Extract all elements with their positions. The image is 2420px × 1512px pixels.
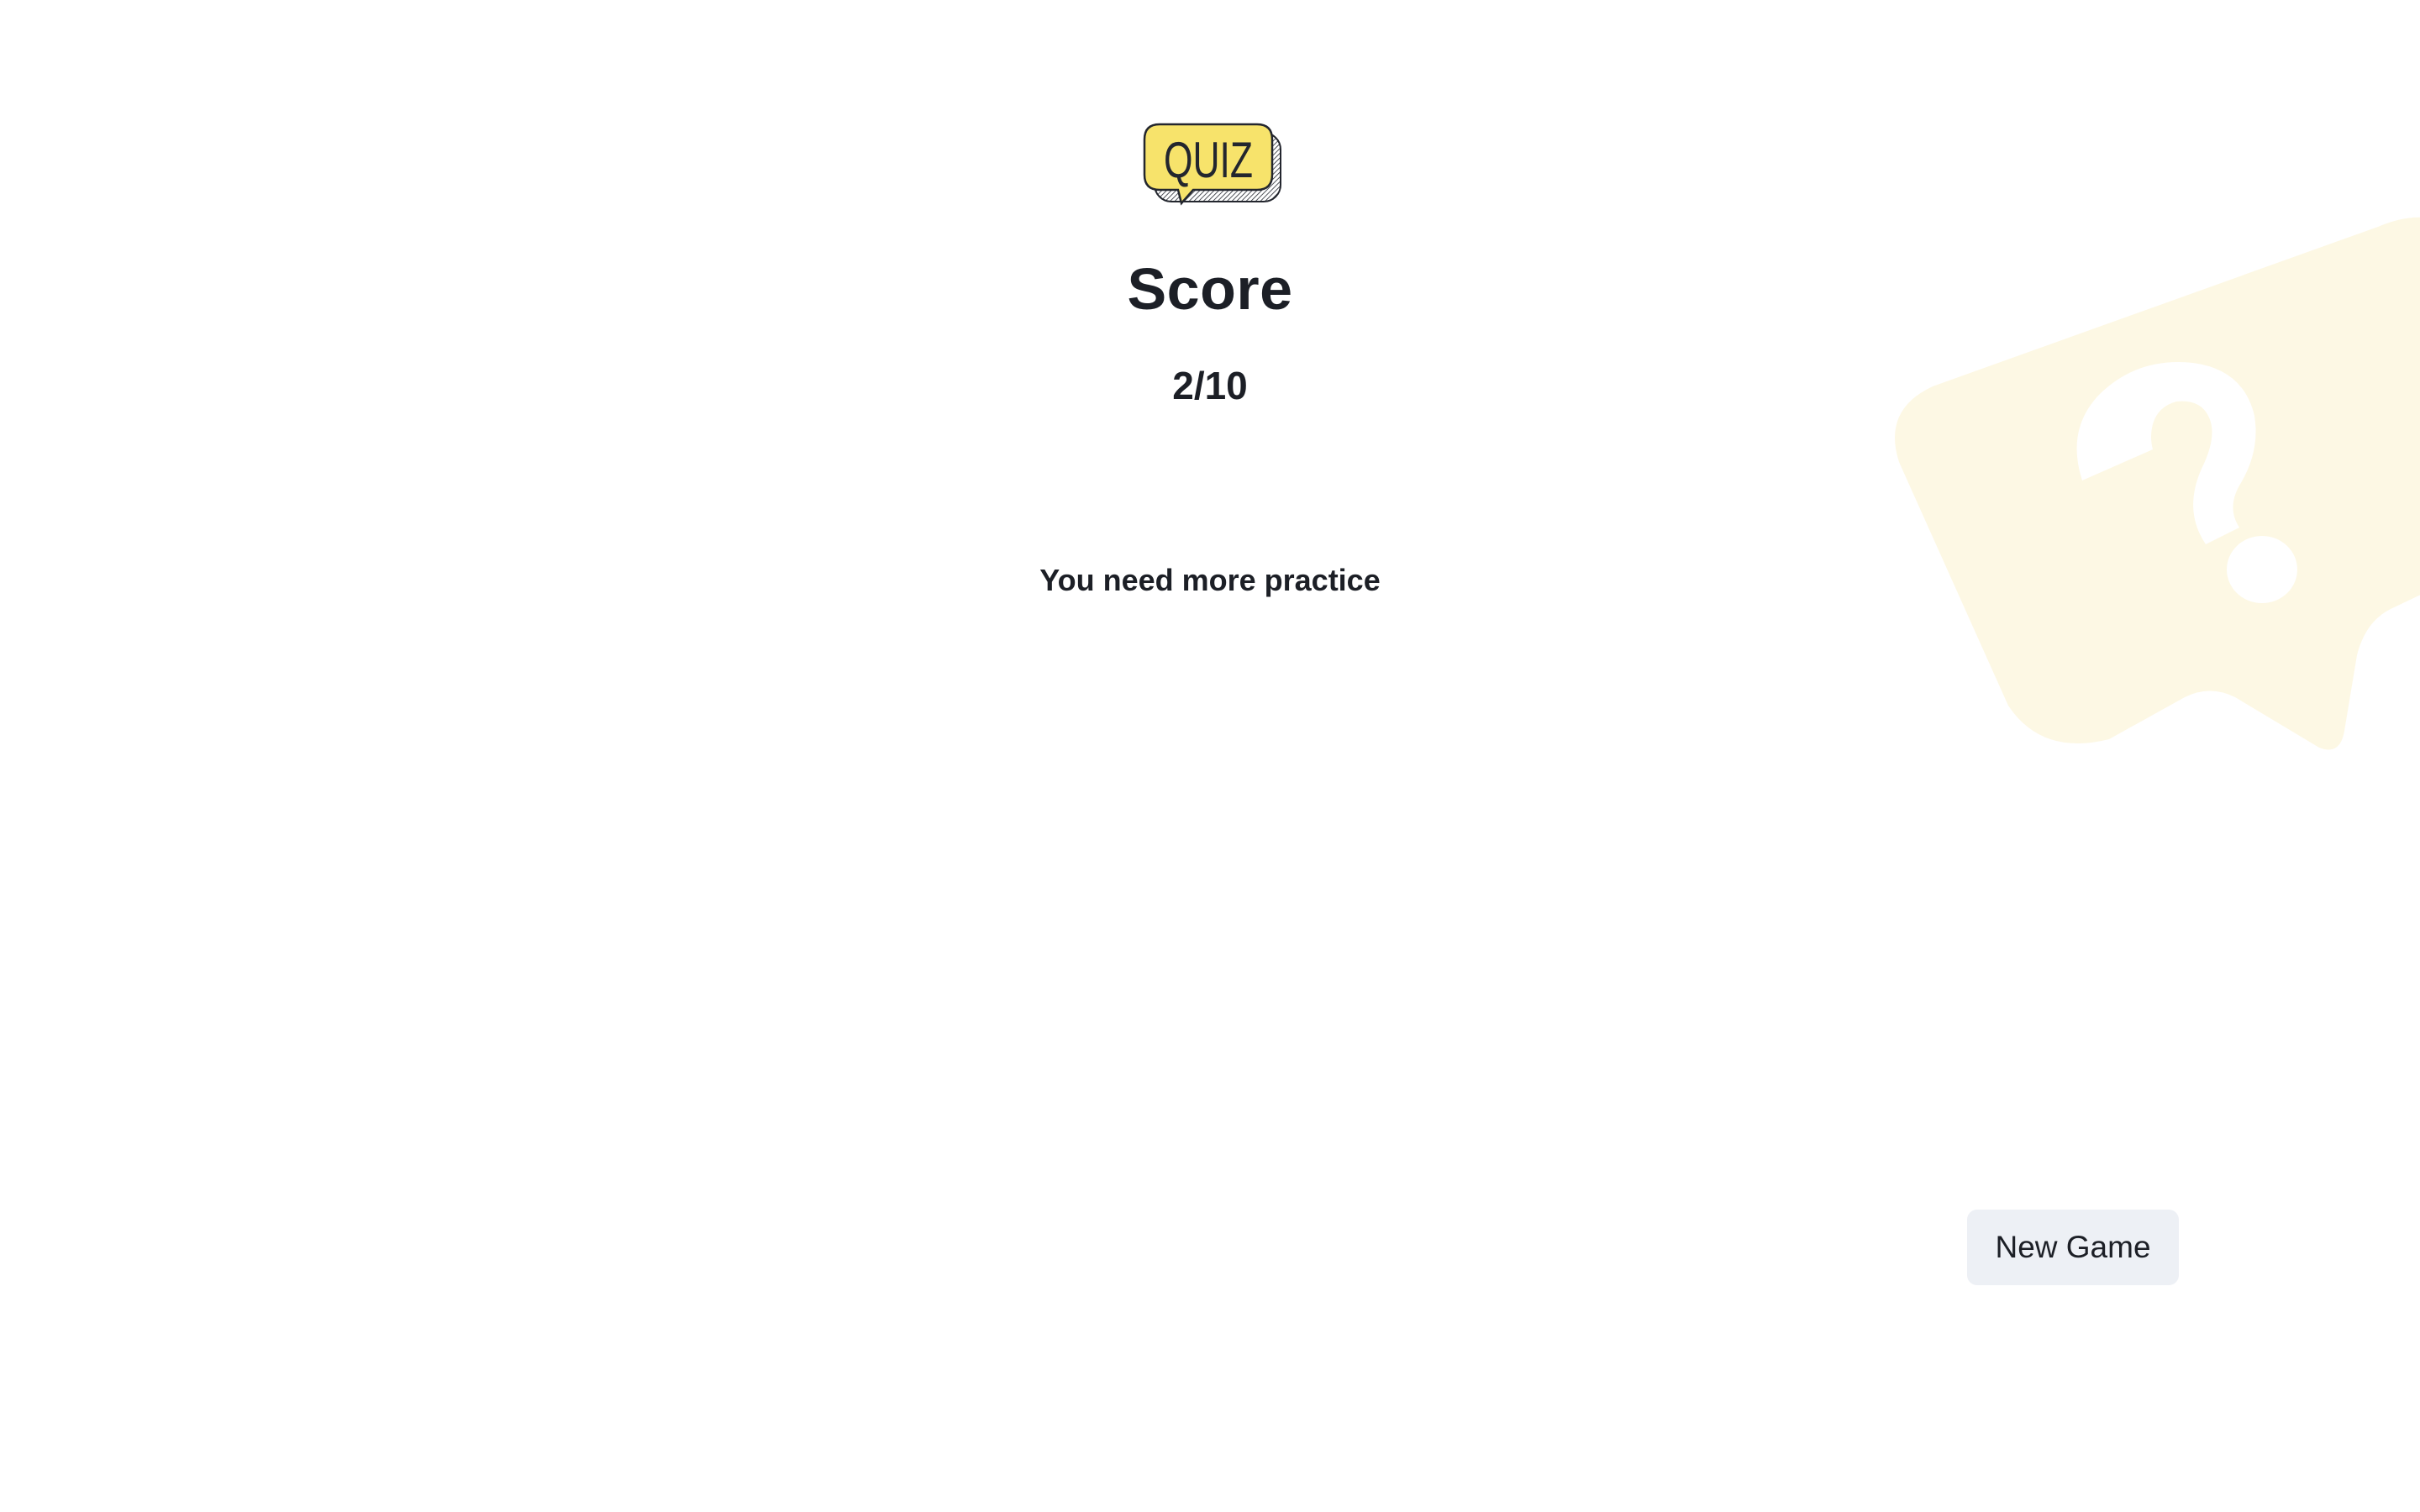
score-title: Score (1127, 256, 1293, 322)
new-game-button[interactable]: New Game (1967, 1210, 2179, 1285)
logo-text: QUIZ (1164, 132, 1253, 188)
score-value: 2/10 (1172, 364, 1248, 407)
result-message: You need more practice (1039, 563, 1381, 597)
quiz-logo: QUIZ (1143, 123, 1281, 206)
quiz-result-page: QUIZ Score 2/10 You need more practice N… (0, 0, 2420, 1512)
